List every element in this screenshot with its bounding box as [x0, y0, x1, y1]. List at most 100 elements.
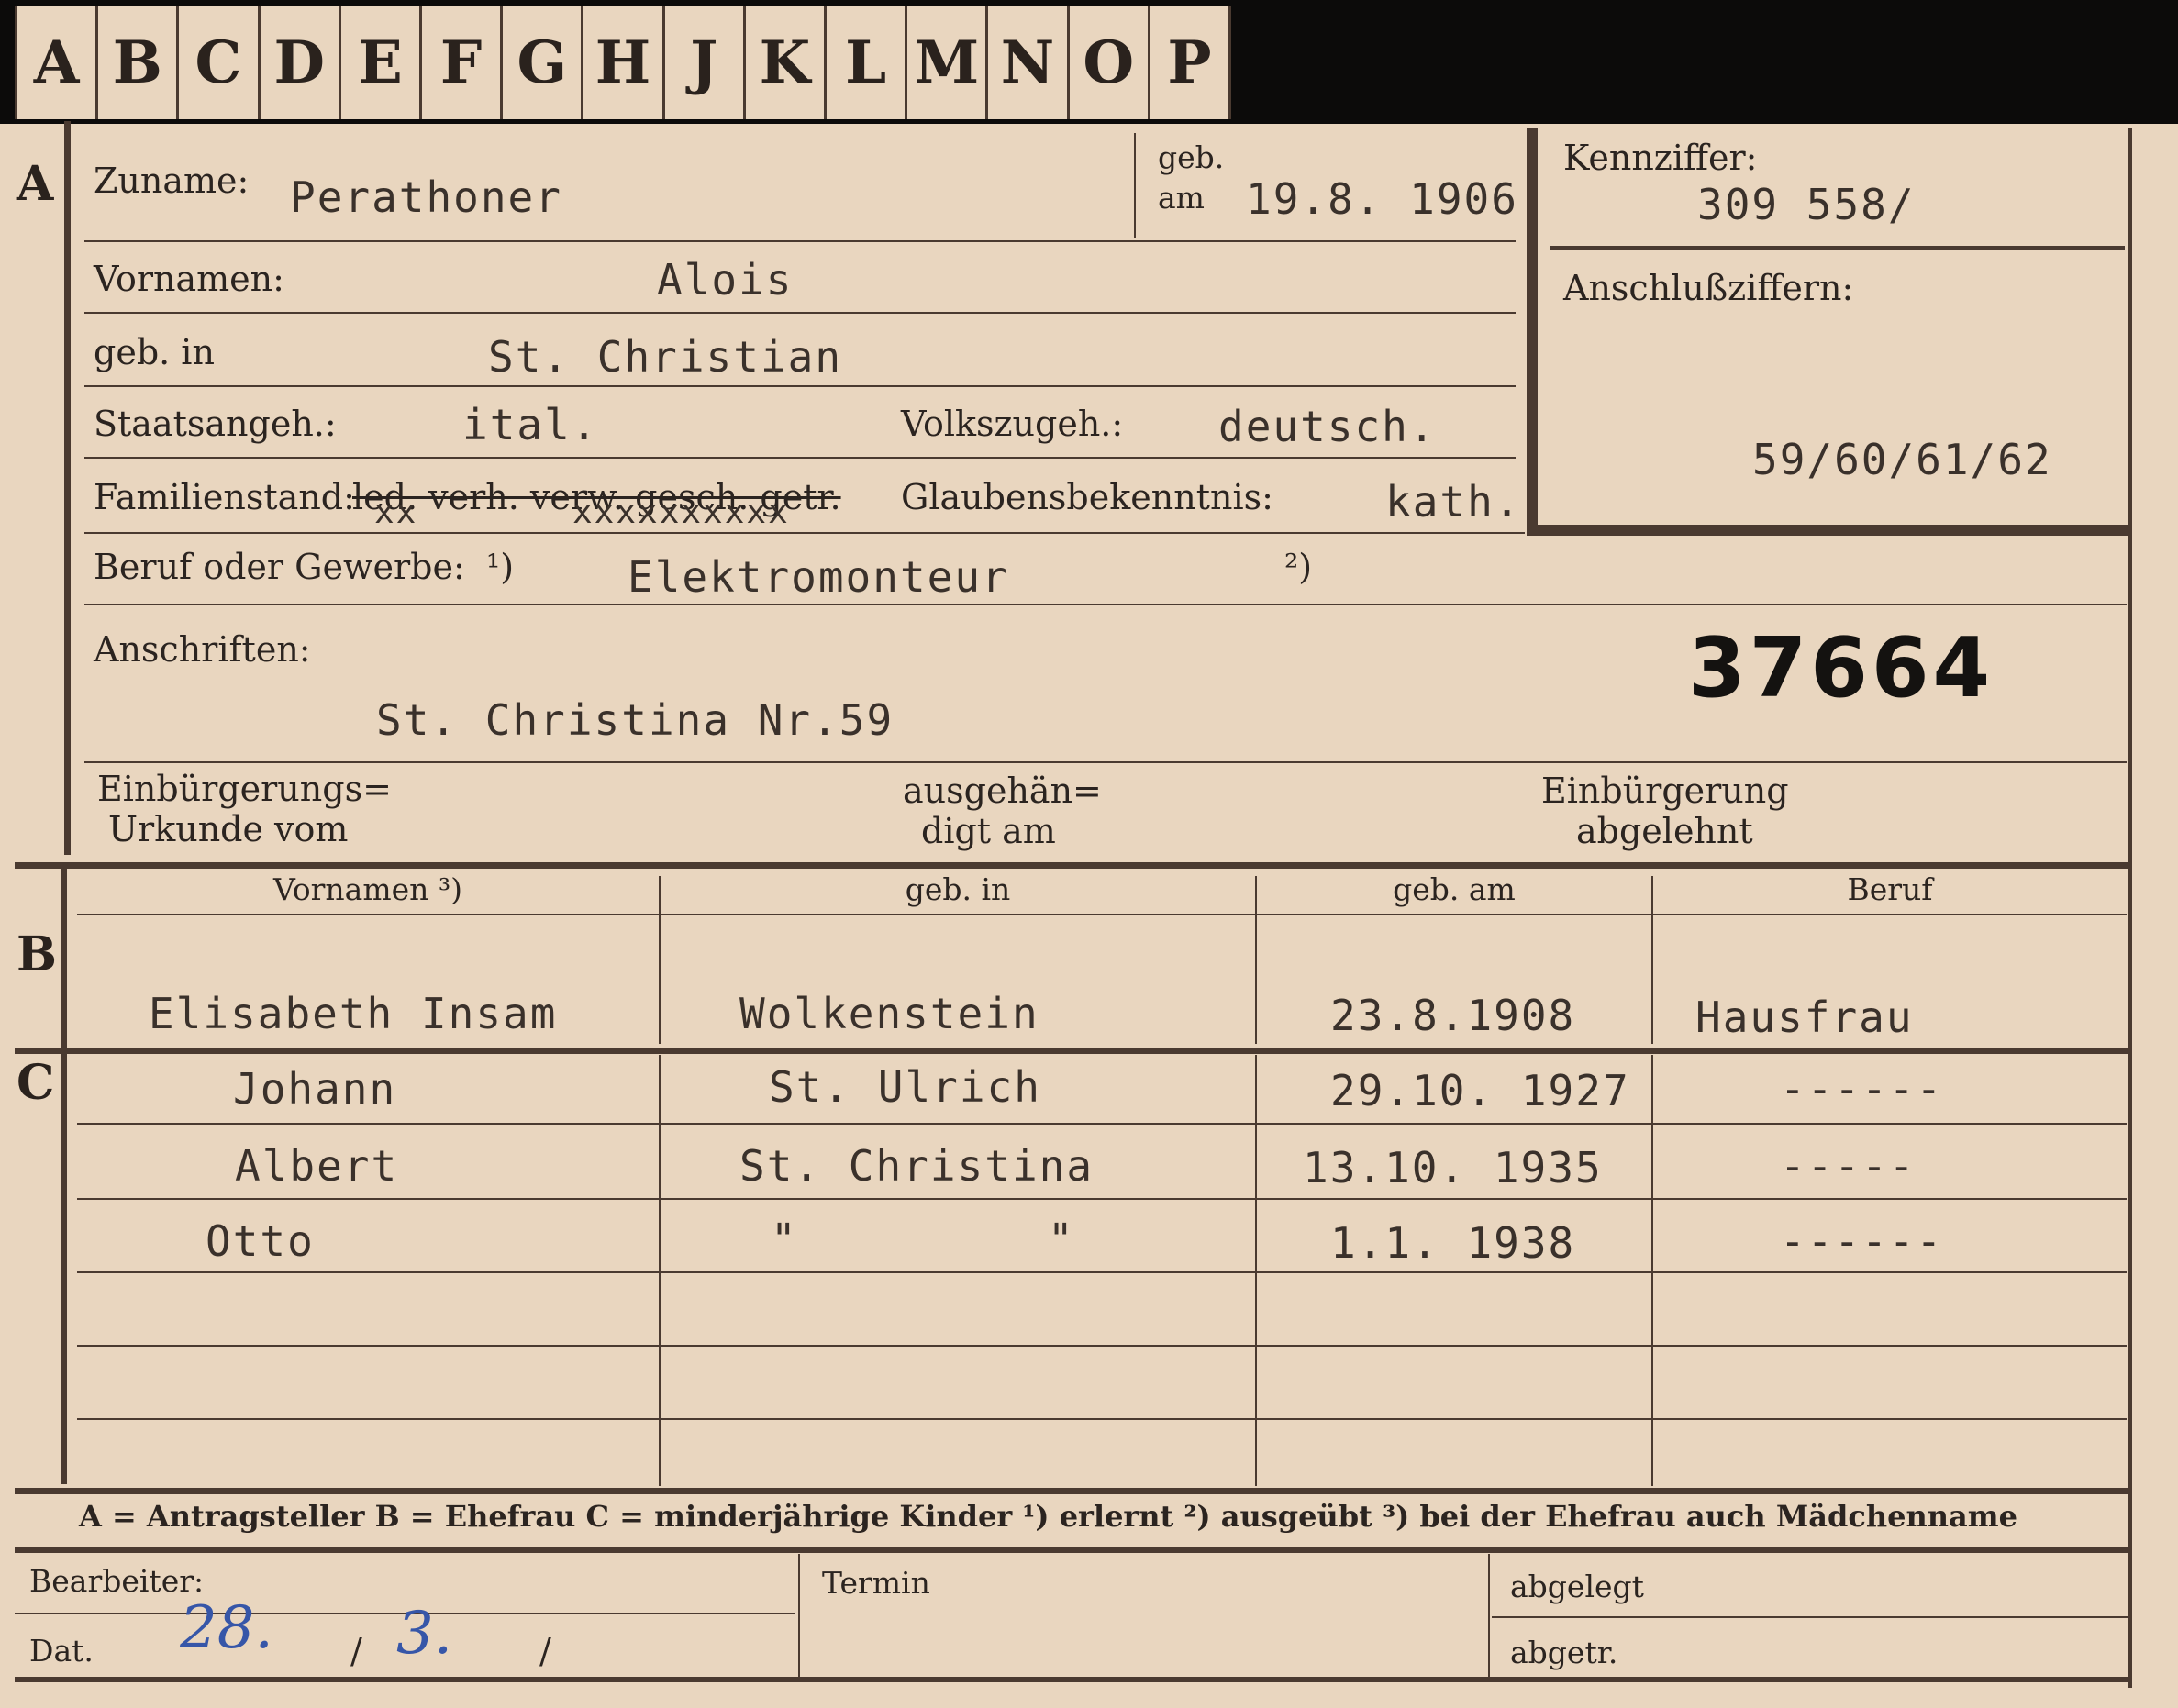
- child-1-name: Johann: [233, 1064, 397, 1114]
- label-dat: Dat.: [29, 1633, 94, 1669]
- footer-line-right: [1492, 1616, 2128, 1618]
- line-row-7: [84, 761, 2127, 763]
- label-einb-urkunde-1: Einbürgerungs=: [97, 769, 392, 809]
- section-a-marker: A: [17, 156, 54, 212]
- spouse-beruf: Hausfrau: [1695, 993, 1914, 1042]
- familienstand-strike-2: xxxxxxxxxx: [572, 494, 790, 531]
- line-row-2: [84, 312, 1516, 314]
- handwritten-day: 28.: [180, 1594, 273, 1662]
- tab-k[interactable]: K: [746, 6, 828, 119]
- spouse-geb-am: 23.8.1908: [1330, 991, 1576, 1040]
- label-zuname: Zuname:: [94, 161, 250, 201]
- label-ausgehaendigt-1: ausgehän=: [903, 771, 1102, 811]
- col-line-3c: [1651, 1055, 1653, 1486]
- label-geb-top: geb.: [1158, 139, 1225, 175]
- tab-j[interactable]: J: [665, 6, 746, 119]
- child-row-line-5: [77, 1418, 2127, 1420]
- col-line-1c: [659, 1055, 661, 1486]
- child-1-geb-in: St. Ulrich: [769, 1062, 1041, 1112]
- tab-d[interactable]: D: [261, 6, 341, 119]
- label-familienstand: Familienstand:: [94, 477, 355, 517]
- alphabet-tab-row: A B C D E F G H J K L M N O P: [15, 6, 1232, 119]
- section-b-top: [15, 862, 2128, 869]
- label-note1: ¹): [486, 547, 515, 587]
- familienstand-strike-1: xx: [374, 494, 418, 531]
- tab-p[interactable]: P: [1150, 6, 1232, 119]
- child-row-line-2: [77, 1198, 2127, 1200]
- label-beruf: Beruf oder Gewerbe:: [94, 547, 465, 587]
- value-vornamen: Alois: [657, 255, 794, 305]
- label-einb-urkunde-2: Urkunde vom: [108, 809, 349, 849]
- label-kennziffer: Kennziffer:: [1563, 138, 1758, 178]
- stamp-number: 37664: [1688, 620, 1995, 716]
- line-row-1: [84, 240, 1516, 242]
- child-row-line-1: [77, 1123, 2127, 1125]
- header-vornamen: Vornamen ³): [272, 871, 463, 907]
- child-1-geb-am: 29.10. 1927: [1330, 1066, 1630, 1115]
- value-beruf: Elektromonteur: [628, 552, 1009, 602]
- child-3-geb-in-ditto: ": [1048, 1214, 1075, 1264]
- section-c-top: [15, 1048, 2128, 1054]
- section-c-marker: C: [17, 1055, 55, 1111]
- tab-c[interactable]: C: [179, 6, 261, 119]
- tab-a[interactable]: A: [15, 6, 99, 119]
- label-abgelegt: abgelegt: [1510, 1569, 1644, 1604]
- label-anschlussziffern: Anschlußziffern:: [1563, 268, 1854, 308]
- tab-e[interactable]: E: [341, 6, 423, 119]
- line-row-6: [84, 604, 2127, 605]
- table-header-line: [77, 914, 2127, 915]
- legend-bottom: [15, 1547, 2128, 1553]
- child-2-geb-in: St. Christina: [739, 1141, 1095, 1191]
- child-2-geb-am: 13.10. 1935: [1303, 1143, 1603, 1192]
- kennziffer-divider: [1550, 246, 2125, 250]
- footer-col-2: [1488, 1554, 1490, 1677]
- value-geb-in: St. Christian: [488, 332, 843, 382]
- right-edge: [2128, 128, 2132, 1688]
- value-anschrift: St. Christina Nr.59: [376, 695, 895, 745]
- spouse-geb-in: Wolkenstein: [739, 989, 1039, 1038]
- kennziffer-box-left: [1527, 128, 1538, 536]
- tab-o[interactable]: O: [1070, 6, 1150, 119]
- line-row-5: [84, 532, 1525, 534]
- header-beruf: Beruf: [1847, 871, 1933, 907]
- label-einb-abgelehnt-1: Einbürgerung: [1541, 771, 1789, 811]
- tab-b[interactable]: B: [98, 6, 180, 119]
- footer-col-1: [798, 1554, 800, 1677]
- header-geb-am: geb. am: [1393, 871, 1516, 907]
- value-zuname: Perathoner: [290, 172, 562, 222]
- legend-top: [15, 1488, 2128, 1494]
- label-ausgehaendigt-2: digt am: [921, 811, 1056, 851]
- card-bottom: [15, 1677, 2128, 1682]
- tab-h[interactable]: H: [583, 6, 665, 119]
- label-abgetr: abgetr.: [1510, 1635, 1618, 1670]
- child-row-line-4: [77, 1345, 2127, 1347]
- child-2-name: Albert: [235, 1141, 399, 1191]
- value-glaubensbekenntnis: kath.: [1385, 477, 1522, 527]
- value-geb-am: 19.8. 1906: [1246, 174, 1518, 224]
- label-glaubensbekenntnis: Glaubensbekenntnis:: [901, 477, 1273, 517]
- handwritten-month: 3.: [396, 1600, 453, 1668]
- label-bearbeiter: Bearbeiter:: [29, 1563, 205, 1599]
- date-slash-1: /: [350, 1631, 362, 1671]
- label-am: am: [1158, 180, 1205, 216]
- label-einb-abgelehnt-2: abgelehnt: [1576, 811, 1753, 851]
- legend-text: A = Antragsteller B = Ehefrau C = minder…: [79, 1499, 2017, 1534]
- tab-g[interactable]: G: [503, 6, 584, 119]
- line-row-3: [84, 385, 1516, 387]
- tab-m[interactable]: M: [907, 6, 989, 119]
- tab-l[interactable]: L: [827, 6, 908, 119]
- value-staatsangeh: ital.: [462, 400, 599, 449]
- divider-geb: [1134, 133, 1136, 238]
- line-row-4: [84, 457, 1516, 459]
- label-staatsangeh: Staatsangeh.:: [94, 404, 337, 444]
- tab-n[interactable]: N: [988, 6, 1070, 119]
- date-slash-2: /: [539, 1631, 551, 1671]
- label-vornamen: Vornamen:: [94, 259, 284, 299]
- child-1-beruf: ------: [1780, 1064, 1944, 1114]
- child-2-beruf: -----: [1780, 1141, 1917, 1191]
- tab-f[interactable]: F: [422, 6, 504, 119]
- left-rule-a: [64, 121, 71, 855]
- spouse-name: Elisabeth Insam: [149, 989, 558, 1038]
- registration-card: [0, 124, 2178, 1708]
- header-geb-in: geb. in: [905, 871, 1011, 907]
